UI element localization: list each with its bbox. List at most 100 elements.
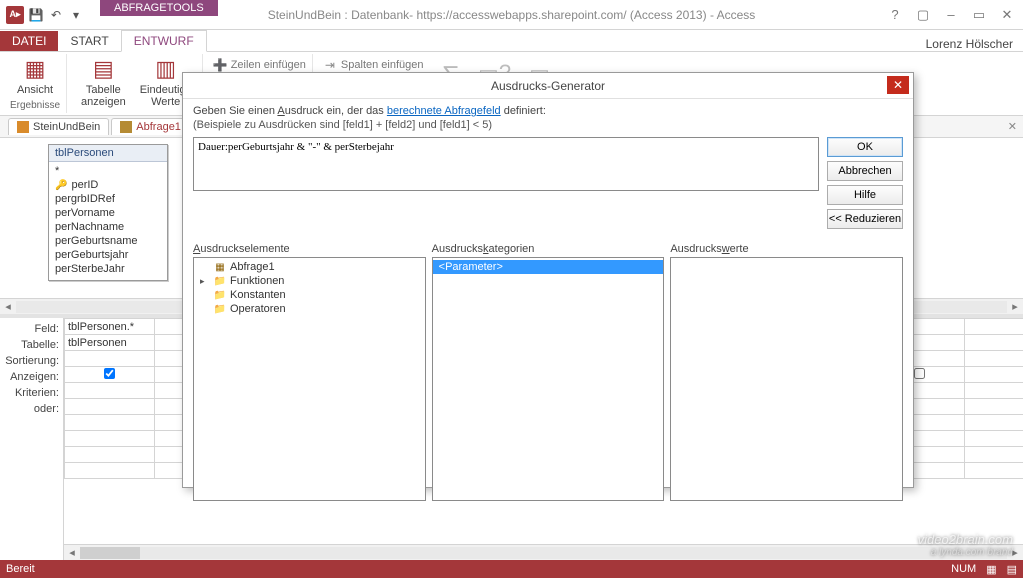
field-perid[interactable]: 🔑perID xyxy=(53,178,163,192)
element-konstanten[interactable]: 📁Konstanten xyxy=(194,288,425,302)
label-oder: oder: xyxy=(0,402,63,418)
ok-button[interactable]: OK xyxy=(827,137,903,157)
spalten-einfuegen-button[interactable]: ⇥ Spalten einfügen xyxy=(323,58,424,72)
minimize-icon[interactable]: – xyxy=(939,7,963,22)
save-icon[interactable]: 💾 xyxy=(28,7,44,23)
field-pergrbidref[interactable]: pergrbIDRef xyxy=(53,192,163,206)
user-name[interactable]: Lorenz Hölscher xyxy=(926,37,1023,51)
status-bar: Bereit NUM ▦ ▤ xyxy=(0,560,1023,578)
grid-hscrollbar[interactable]: ◂ ▸ xyxy=(64,544,1023,560)
expression-input[interactable] xyxy=(193,137,819,191)
view-sql-icon[interactable]: ▤ xyxy=(1007,563,1017,576)
grid-scroll-right-icon[interactable]: ▸ xyxy=(1007,546,1023,559)
unique-icon: ▥ xyxy=(155,56,176,82)
tab-datei[interactable]: DATEI xyxy=(0,31,58,51)
cancel-button[interactable]: Abbrechen xyxy=(827,161,903,181)
elements-listbox[interactable]: ▦Abfrage1 ▸📁Funktionen 📁Konstanten 📁Oper… xyxy=(193,257,426,501)
grid-scroll-left-icon[interactable]: ◂ xyxy=(64,546,80,559)
categories-header: Ausdruckskategorien xyxy=(432,243,665,255)
contextual-tab-label: ABFRAGETOOLS xyxy=(100,0,218,16)
zeilen-einfuegen-label: Zeilen einfügen xyxy=(231,59,306,71)
access-app-icon: A▸ xyxy=(6,6,24,24)
help-button[interactable]: Hilfe xyxy=(827,185,903,205)
dialog-button-column: OK Abbrechen Hilfe << Reduzieren xyxy=(827,137,903,229)
group-label-ergebnisse: Ergebnisse xyxy=(10,100,60,111)
values-listbox[interactable] xyxy=(670,257,903,501)
tab-start[interactable]: START xyxy=(58,31,120,51)
grid-scroll-track[interactable] xyxy=(140,547,1007,559)
elements-header: Ausdruckselemente xyxy=(193,243,426,255)
label-sortierung: Sortierung: xyxy=(0,354,63,370)
reduce-button[interactable]: << Reduzieren xyxy=(827,209,903,229)
status-ready: Bereit xyxy=(6,563,35,575)
folder-icon: 📁 xyxy=(213,289,227,301)
ribbon-collapse-icon[interactable]: ▢ xyxy=(911,7,935,23)
element-operatoren[interactable]: 📁Operatoren xyxy=(194,302,425,316)
object-tab-steinundbein[interactable]: SteinUndBein xyxy=(8,118,109,135)
values-column: Ausdruckswerte xyxy=(670,243,903,501)
view-datasheet-icon[interactable]: ▦ xyxy=(986,563,996,576)
tabelle-anzeigen-button[interactable]: ▤ Tabelle anzeigen xyxy=(77,54,130,110)
dialog-title: Ausdrucks-Generator xyxy=(491,79,605,93)
help-icon[interactable]: ? xyxy=(883,7,907,22)
undo-icon[interactable]: ↶ xyxy=(48,7,64,23)
label-tabelle: Tabelle: xyxy=(0,338,63,354)
quick-access-toolbar: A▸ 💾 ↶ ▾ xyxy=(0,6,84,24)
cell-tabelle-1[interactable]: tblPersonen xyxy=(65,335,155,351)
dialog-title-bar[interactable]: Ausdrucks-Generator ✕ xyxy=(183,73,913,99)
grid-scroll-thumb[interactable] xyxy=(80,547,140,559)
field-pernachname[interactable]: perNachname xyxy=(53,220,163,234)
close-tab-icon[interactable]: ✕ xyxy=(1008,120,1023,133)
element-abfrage1[interactable]: ▦Abfrage1 xyxy=(194,260,425,274)
close-window-icon[interactable]: ✕ xyxy=(995,7,1019,23)
field-pergeburtsjahr[interactable]: perGeburtsjahr xyxy=(53,248,163,262)
folder-icon: 📁 xyxy=(213,275,227,287)
folder-icon: 📁 xyxy=(213,303,227,315)
table-icon: ▤ xyxy=(93,56,114,82)
object-tab-abfrage1-label: Abfrage1 xyxy=(136,121,181,133)
grid-row-labels: Feld: Tabelle: Sortierung: Anzeigen: Kri… xyxy=(0,318,64,560)
scroll-left-icon[interactable]: ◂ xyxy=(0,300,16,313)
tab-entwurf[interactable]: ENTWURF xyxy=(121,30,207,52)
table-tblpersonen[interactable]: tblPersonen * 🔑perID pergrbIDRef perVorn… xyxy=(48,144,168,281)
field-pergeburtsname[interactable]: perGeburtsname xyxy=(53,234,163,248)
object-tab-steinundbein-label: SteinUndBein xyxy=(33,121,100,133)
ansicht-button[interactable]: ▦ Ansicht xyxy=(13,54,57,98)
query-icon xyxy=(120,121,132,133)
window-controls: ? ▢ – ▭ ✕ xyxy=(883,7,1023,23)
cell-feld-1[interactable]: tblPersonen.* xyxy=(65,319,155,335)
category-parameter[interactable]: <Parameter> xyxy=(433,260,664,274)
restore-icon[interactable]: ▭ xyxy=(967,7,991,23)
element-funktionen[interactable]: ▸📁Funktionen xyxy=(194,274,425,288)
categories-listbox[interactable]: <Parameter> xyxy=(432,257,665,501)
dialog-close-button[interactable]: ✕ xyxy=(887,76,909,94)
label-kriterien: Kriterien: xyxy=(0,386,63,402)
dialog-example: (Beispiele zu Ausdrücken sind [feld1] + … xyxy=(193,119,903,131)
insert-col-icon: ⇥ xyxy=(323,58,337,72)
expand-icon[interactable]: ▸ xyxy=(200,276,210,287)
table-field-list: * 🔑perID pergrbIDRef perVorname perNachn… xyxy=(49,162,167,280)
show-checkbox-10[interactable] xyxy=(914,368,925,379)
elements-column: Ausdruckselemente ▦Abfrage1 ▸📁Funktionen… xyxy=(193,243,426,501)
categories-column: Ausdruckskategorien <Parameter> xyxy=(432,243,665,501)
zeilen-einfuegen-button[interactable]: ➕ Zeilen einfügen xyxy=(213,58,306,72)
field-star[interactable]: * xyxy=(53,164,163,178)
field-persterbejahr[interactable]: perSterbeJahr xyxy=(53,262,163,276)
db-icon xyxy=(17,121,29,133)
field-pervorname[interactable]: perVorname xyxy=(53,206,163,220)
qat-dropdown-icon[interactable]: ▾ xyxy=(68,7,84,23)
values-header: Ausdruckswerte xyxy=(670,243,903,255)
query-item-icon: ▦ xyxy=(213,261,227,273)
help-link[interactable]: berechnete Abfragefeld xyxy=(387,105,501,117)
insert-row-icon: ➕ xyxy=(213,58,227,72)
label-anzeigen: Anzeigen: xyxy=(0,370,63,386)
title-bar: ABFRAGETOOLS A▸ 💾 ↶ ▾ SteinUndBein : Dat… xyxy=(0,0,1023,30)
object-tab-abfrage1[interactable]: Abfrage1 xyxy=(111,118,190,135)
view-icon: ▦ xyxy=(25,56,46,82)
spalten-einfuegen-label: Spalten einfügen xyxy=(341,59,424,71)
primary-key-icon: 🔑 xyxy=(55,180,67,191)
scroll-right-icon[interactable]: ▸ xyxy=(1007,300,1023,313)
ansicht-label: Ansicht xyxy=(17,84,53,96)
show-checkbox-1[interactable] xyxy=(104,368,115,379)
cell-anzeigen-1[interactable] xyxy=(65,367,155,383)
